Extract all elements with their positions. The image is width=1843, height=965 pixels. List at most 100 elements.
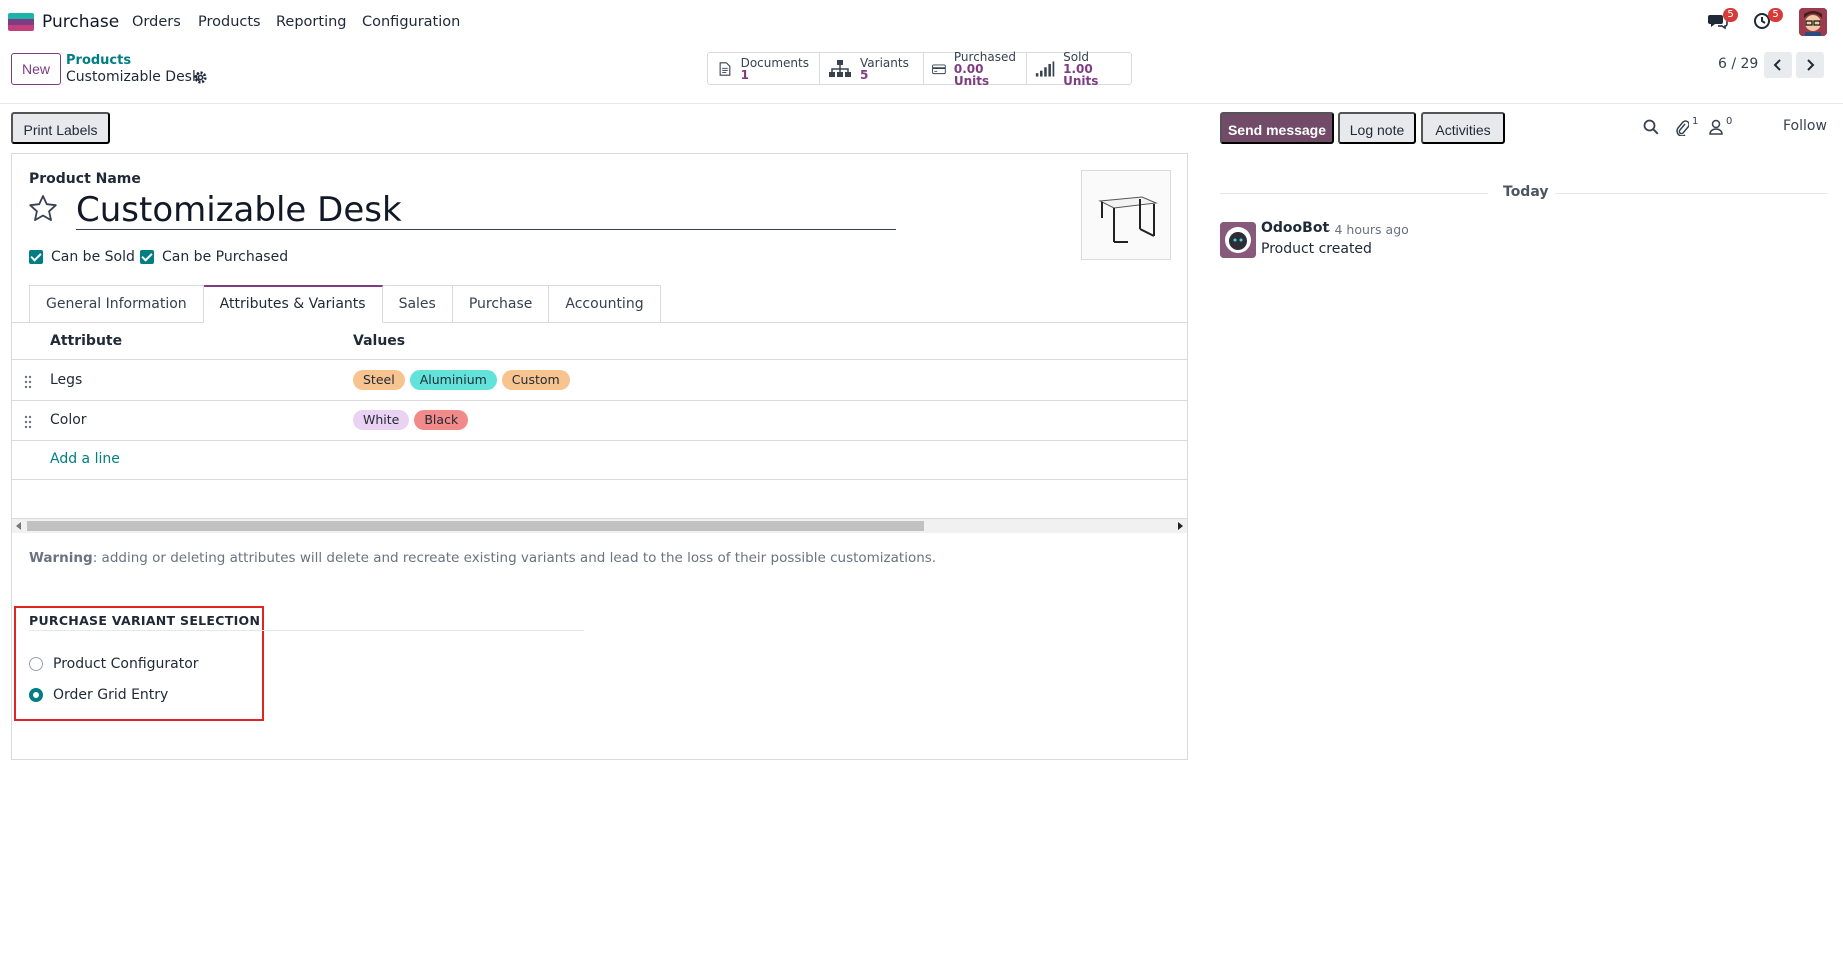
can-be-purchased-checkbox[interactable]: Can be Purchased [140, 249, 288, 265]
signal-icon [1035, 60, 1055, 77]
drag-handle-icon[interactable] [24, 415, 32, 429]
attachments-count: 1 [1692, 116, 1699, 127]
star-icon[interactable] [28, 194, 58, 224]
checkbox-checked-icon [140, 250, 154, 264]
attribute-name: Legs [50, 372, 83, 388]
can-be-purchased-label: Can be Purchased [162, 249, 289, 265]
activities-button[interactable]: Activities [1421, 112, 1505, 144]
desk-image [1098, 196, 1158, 243]
warning-label: Warning [29, 550, 93, 566]
date-separator-line [1555, 193, 1827, 194]
column-attribute[interactable]: Attribute [50, 333, 122, 349]
robot-icon [1220, 222, 1256, 258]
top-navbar: Purchase Orders Products Reporting Confi… [0, 0, 1843, 44]
odoobot-avatar[interactable] [1220, 222, 1256, 258]
variants-label: Variants [860, 55, 909, 70]
pager-previous-button[interactable] [1764, 52, 1792, 78]
followers-button[interactable]: 0 [1709, 116, 1737, 136]
radio-product-configurator[interactable]: Product Configurator [29, 656, 199, 672]
send-message-button[interactable]: Send message [1220, 112, 1334, 144]
gear-icon[interactable] [193, 70, 208, 85]
purchased-smart-button[interactable]: Purchased 0.00 Units [924, 51, 1027, 88]
product-name-label: Product Name [29, 171, 141, 187]
menu-products[interactable]: Products [198, 14, 261, 30]
activities-systray[interactable]: 5 [1753, 8, 1783, 32]
sold-value: 1.00 Units [1063, 61, 1099, 88]
scroll-right-icon[interactable] [1178, 522, 1183, 530]
user-avatar-icon [1799, 8, 1827, 36]
variants-smart-button[interactable]: Variants 5 [820, 53, 924, 84]
breadcrumb-current: Customizable Desk [66, 69, 201, 85]
can-be-sold-label: Can be Sold [51, 249, 135, 265]
add-line-row [12, 441, 1187, 480]
radio-order-grid-entry[interactable]: Order Grid Entry [29, 687, 168, 703]
form-tabs: General Information Attributes & Variant… [29, 285, 661, 323]
product-form-sheet: Product Name Customizable Desk Can be So… [11, 153, 1188, 760]
message-author[interactable]: OdooBot [1261, 220, 1329, 236]
menu-configuration[interactable]: Configuration [362, 14, 460, 30]
documents-value: 1 [740, 67, 749, 82]
chevron-left-icon [1773, 59, 1781, 71]
tab-sales[interactable]: Sales [382, 285, 453, 323]
value-tag[interactable]: Custom [501, 370, 570, 390]
app-name[interactable]: Purchase [42, 12, 119, 32]
user-icon [1709, 119, 1723, 135]
sold-label: Sold [1063, 49, 1090, 64]
user-avatar[interactable] [1799, 8, 1827, 36]
table-row[interactable]: Color White Black [12, 401, 1187, 441]
messages-badge: 5 [1723, 8, 1738, 22]
print-labels-button[interactable]: Print Labels [11, 112, 110, 144]
attribute-table-header: Attribute Values [12, 323, 1187, 360]
tab-purchase[interactable]: Purchase [452, 285, 550, 323]
scroll-left-icon[interactable] [16, 522, 21, 530]
log-note-button[interactable]: Log note [1338, 112, 1416, 144]
table-row[interactable]: Legs Steel Aluminium Custom [12, 361, 1187, 401]
apps-menu-icon[interactable] [8, 13, 34, 31]
search-icon[interactable] [1643, 119, 1659, 135]
drag-handle-icon[interactable] [24, 375, 32, 389]
checkbox-checked-icon [29, 250, 43, 264]
can-be-sold-checkbox[interactable]: Can be Sold [29, 249, 135, 265]
product-image[interactable] [1081, 170, 1171, 260]
radio-checked-icon [29, 688, 43, 702]
control-panel: New Products Customizable Desk Documents… [0, 44, 1843, 104]
horizontal-scrollbar[interactable] [12, 519, 1187, 533]
sold-smart-button[interactable]: Sold 1.00 Units [1027, 49, 1131, 88]
tab-attributes-variants[interactable]: Attributes & Variants [203, 285, 383, 323]
value-tag[interactable]: Steel [353, 370, 405, 390]
variants-value: 5 [860, 67, 869, 82]
date-separator: Today [1503, 184, 1549, 200]
documents-label: Documents [740, 55, 809, 70]
breadcrumb-products[interactable]: Products [66, 53, 131, 68]
purchased-value: 0.00 Units [953, 61, 990, 88]
messages-systray[interactable]: 5 [1708, 8, 1738, 32]
activities-badge: 5 [1768, 8, 1783, 22]
column-values[interactable]: Values [353, 333, 405, 349]
radio-label: Product Configurator [53, 656, 199, 672]
attribute-name: Color [50, 412, 87, 428]
menu-reporting[interactable]: Reporting [276, 14, 347, 30]
paperclip-icon [1676, 120, 1689, 136]
scrollbar-thumb[interactable] [27, 521, 924, 531]
documents-smart-button[interactable]: Documents 1 [708, 53, 820, 84]
product-name-input[interactable]: Customizable Desk [76, 190, 896, 230]
radio-label: Order Grid Entry [53, 687, 169, 703]
value-tag[interactable]: Aluminium [409, 370, 497, 390]
smart-buttons: Documents 1 Variants 5 Purchased 0.00 Units [707, 49, 1132, 88]
menu-orders[interactable]: Orders [132, 14, 181, 30]
attribute-values: White Black [353, 410, 473, 430]
chevron-right-icon [1807, 59, 1815, 71]
attachments-button[interactable]: 1 [1675, 116, 1703, 136]
new-button[interactable]: New [11, 53, 61, 85]
pager-value[interactable]: 6 / 29 [1718, 56, 1758, 72]
pager-next-button[interactable] [1796, 52, 1824, 78]
value-tag[interactable]: White [353, 410, 410, 430]
followers-count: 0 [1726, 116, 1733, 127]
tab-general-information[interactable]: General Information [29, 285, 204, 323]
date-separator-line [1220, 193, 1488, 194]
radio-unchecked-icon [29, 657, 43, 671]
follow-button[interactable]: Follow [1783, 118, 1827, 134]
variants-warning: Warning: adding or deleting attributes w… [29, 550, 936, 566]
value-tag[interactable]: Black [414, 410, 469, 430]
tab-accounting[interactable]: Accounting [549, 285, 661, 323]
